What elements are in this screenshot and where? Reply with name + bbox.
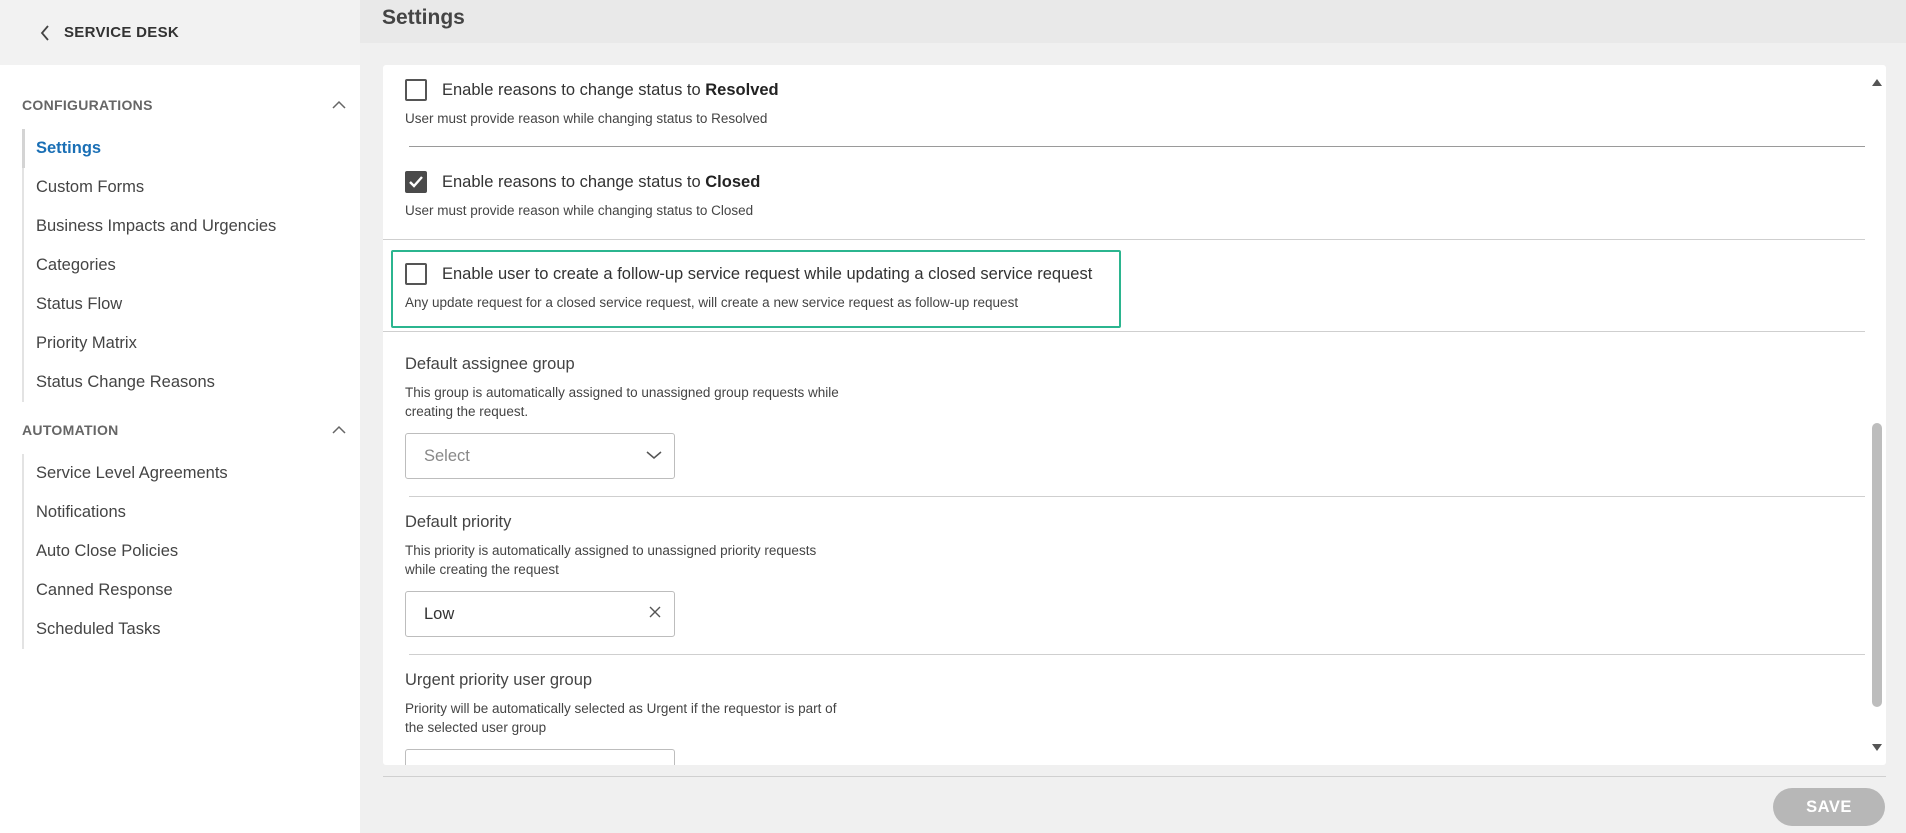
default-priority-select[interactable]: Low (405, 591, 675, 637)
assignee-group-help: This group is automatically assigned to … (405, 385, 839, 419)
assignee-group-placeholder: Select (424, 446, 470, 465)
followup-request-label: Enable user to create a follow-up servic… (442, 264, 1093, 283)
page-title: Settings (382, 6, 465, 29)
page-header: Settings (360, 0, 1906, 43)
sidebar-item-business-impacts[interactable]: Business Impacts and Urgencies (24, 207, 342, 246)
sidebar-item-status-flow[interactable]: Status Flow (24, 285, 342, 324)
divider (409, 496, 1865, 497)
clear-icon[interactable] (648, 605, 662, 624)
scroll-thumb[interactable] (1872, 423, 1882, 707)
resolved-reason-help: User must provide reason while changing … (405, 111, 768, 126)
setting-followup-request: Enable user to create a follow-up servic… (405, 263, 1092, 310)
sidebar-item-auto-close-policies[interactable]: Auto Close Policies (24, 532, 342, 571)
closed-reason-checkbox[interactable] (405, 171, 427, 193)
chevron-up-icon[interactable] (330, 96, 348, 114)
chevron-left-icon[interactable] (36, 24, 54, 42)
sidebar-item-canned-response[interactable]: Canned Response (24, 571, 342, 610)
checkmark-icon (409, 176, 423, 188)
app: SERVICE DESK CONFIGURATIONS Settings Cus… (0, 0, 1906, 833)
chevron-up-icon[interactable] (330, 421, 348, 439)
closed-reason-label-prefix: Enable reasons to change status to (442, 172, 706, 191)
divider (383, 331, 1865, 332)
settings-panel: Enable reasons to change status to Resol… (383, 65, 1886, 765)
divider (409, 654, 1865, 655)
setting-default-assignee-group: Default assignee group This group is aut… (405, 355, 845, 479)
sidebar-back-link[interactable]: SERVICE DESK (0, 0, 360, 65)
sidebar-item-sla[interactable]: Service Level Agreements (24, 454, 342, 493)
divider (409, 146, 1865, 147)
divider (383, 776, 1886, 777)
closed-reason-help: User must provide reason while changing … (405, 203, 754, 218)
default-priority-title: Default priority (405, 513, 512, 531)
sidebar: SERVICE DESK CONFIGURATIONS Settings Cus… (0, 0, 360, 833)
resolved-reason-label-strong: Resolved (705, 80, 779, 99)
urgent-group-help: Priority will be automatically selected … (405, 701, 837, 735)
nav-configurations: Settings Custom Forms Business Impacts a… (22, 129, 342, 402)
sidebar-item-status-change-reasons[interactable]: Status Change Reasons (24, 363, 342, 402)
sidebar-item-priority-matrix[interactable]: Priority Matrix (24, 324, 342, 363)
divider (383, 239, 1865, 240)
urgent-group-title: Urgent priority user group (405, 671, 593, 689)
assignee-group-select[interactable]: Select (405, 433, 675, 479)
closed-reason-label-strong: Closed (705, 172, 761, 191)
setting-urgent-priority-group: Urgent priority user group Priority will… (405, 671, 845, 765)
resolved-reason-label-prefix: Enable reasons to change status to (442, 80, 706, 99)
section-configurations-title: CONFIGURATIONS (22, 97, 153, 113)
sidebar-item-categories[interactable]: Categories (24, 246, 342, 285)
section-automation-title: AUTOMATION (22, 422, 119, 438)
save-button[interactable]: SAVE (1773, 788, 1885, 826)
section-configurations[interactable]: CONFIGURATIONS (22, 93, 348, 117)
sidebar-item-settings[interactable]: Settings (22, 129, 342, 168)
resolved-reason-label: Enable reasons to change status to Resol… (442, 81, 779, 100)
scroll-down-icon[interactable] (1871, 743, 1883, 753)
chevron-down-icon[interactable] (646, 447, 662, 465)
default-priority-help: This priority is automatically assigned … (405, 543, 817, 577)
assignee-group-title: Default assignee group (405, 355, 575, 373)
followup-request-help: Any update request for a closed service … (405, 295, 1019, 310)
closed-reason-label: Enable reasons to change status to Close… (442, 173, 760, 192)
setting-closed-reason: Enable reasons to change status to Close… (405, 171, 760, 218)
sidebar-item-notifications[interactable]: Notifications (24, 493, 342, 532)
section-automation[interactable]: AUTOMATION (22, 418, 348, 442)
default-priority-value: Low (424, 604, 455, 623)
panel-scrollbar[interactable] (1868, 65, 1886, 765)
resolved-reason-checkbox[interactable] (405, 79, 427, 101)
urgent-group-select[interactable] (405, 749, 675, 765)
setting-resolved-reason: Enable reasons to change status to Resol… (405, 79, 779, 126)
followup-request-checkbox[interactable] (405, 263, 427, 285)
sidebar-back-label: SERVICE DESK (64, 24, 180, 41)
nav-automation: Service Level Agreements Notifications A… (22, 454, 342, 649)
setting-default-priority: Default priority This priority is automa… (405, 513, 845, 637)
scroll-up-icon[interactable] (1871, 77, 1883, 87)
sidebar-item-scheduled-tasks[interactable]: Scheduled Tasks (24, 610, 342, 649)
sidebar-item-custom-forms[interactable]: Custom Forms (24, 168, 342, 207)
